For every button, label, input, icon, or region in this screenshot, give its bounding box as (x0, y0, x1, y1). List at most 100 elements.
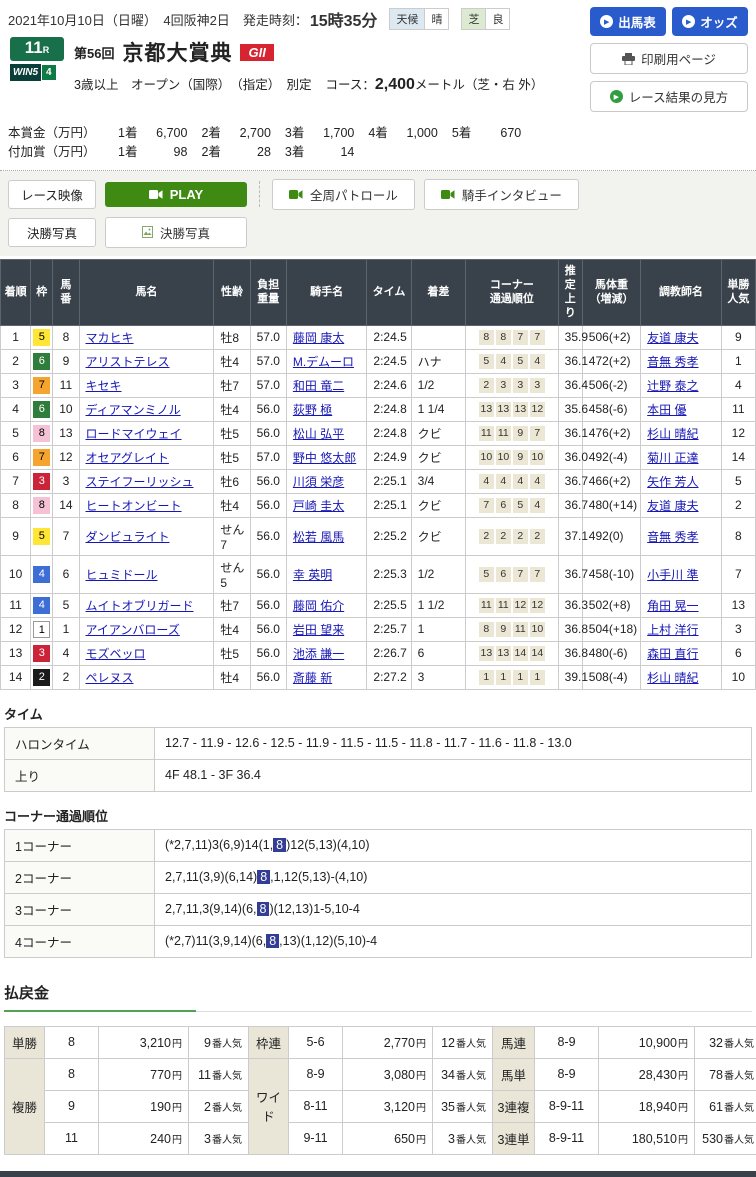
trainer-link[interactable]: 友道 康夫 (647, 331, 698, 345)
jockey-interview-button[interactable]: 騎手インタビュー (424, 179, 579, 210)
arrow-circle-icon: ▶ (600, 15, 613, 28)
jockey-link[interactable]: 和田 竜二 (293, 379, 344, 393)
trainer-link[interactable]: 杉山 晴紀 (647, 671, 698, 685)
trainer-link[interactable]: 小手川 準 (647, 568, 698, 582)
carried-weight: 56.0 (250, 617, 286, 641)
course-distance: 2,400 (375, 76, 415, 93)
jockey-link[interactable]: 野中 悠太郎 (293, 451, 356, 465)
last-3f: 36.8 (558, 641, 582, 665)
odds-button[interactable]: ▶ オッズ (672, 7, 748, 36)
horse-name-cell: ディアマンミノル (79, 397, 214, 421)
corner-position-box: 1 (530, 670, 545, 685)
horse-link[interactable]: ヒートオンビート (86, 499, 182, 513)
horse-link[interactable]: ヒュミドール (86, 568, 158, 582)
finish-photo-button[interactable]: 決勝写真 (105, 217, 247, 248)
payout-title: 払戻金 (4, 982, 752, 1003)
trainer-link[interactable]: 角田 晃一 (647, 599, 698, 613)
jockey-link[interactable]: M.デムーロ (293, 355, 354, 369)
jockey-link[interactable]: 戸崎 圭太 (293, 499, 344, 513)
margin: 3 (411, 665, 465, 689)
jockey-link[interactable]: 松若 風馬 (293, 530, 344, 544)
payout-row: 複勝8770円11番人気ワイド8-93,080円34番人気馬単8-928,430… (5, 1058, 756, 1090)
last-3f: 36.7 (558, 555, 582, 593)
carried-weight: 56.0 (250, 665, 286, 689)
margin: クビ (411, 517, 465, 555)
horse-link[interactable]: ロードマイウェイ (86, 427, 182, 441)
bet-combination: 8 (45, 1058, 99, 1090)
trainer-cell: 音無 秀孝 (641, 349, 722, 373)
horse-link[interactable]: アイアンバローズ (86, 623, 180, 637)
corner-position-box: 5 (479, 567, 494, 582)
jockey-link[interactable]: 藤岡 康太 (293, 331, 344, 345)
horse-link[interactable]: モズベッロ (86, 647, 146, 661)
jockey-link[interactable]: 川須 栄彦 (293, 475, 344, 489)
trainer-link[interactable]: 森田 直行 (647, 647, 698, 661)
popularity-unit: 番人気 (212, 1039, 242, 1050)
trainer-link[interactable]: 友道 康夫 (647, 499, 698, 513)
column-header: 着順 (1, 259, 31, 325)
jockey-link[interactable]: 荻野 極 (293, 403, 332, 417)
horse-link[interactable]: ペレヌス (86, 671, 134, 685)
corner-positions: 2222 (466, 517, 559, 555)
jockey-link[interactable]: 池添 謙一 (293, 647, 344, 661)
jockey-link[interactable]: 松山 弘平 (293, 427, 344, 441)
horse-name-cell: ペレヌス (79, 665, 214, 689)
frame-number: 4 (33, 597, 50, 614)
trainer-link[interactable]: 音無 秀孝 (647, 530, 698, 544)
corner-position-box: 7 (513, 330, 528, 345)
trainer-link[interactable]: 辻野 泰之 (647, 379, 698, 393)
margin: 1/2 (411, 555, 465, 593)
finish-position: 9 (1, 517, 31, 555)
corner-position-box: 5 (513, 498, 528, 513)
jockey-link[interactable]: 藤岡 佑介 (293, 599, 344, 613)
jockey-link[interactable]: 幸 英明 (293, 568, 332, 582)
entries-button[interactable]: ▶ 出馬表 (590, 7, 666, 36)
column-header: 負担 重量 (250, 259, 286, 325)
horse-link[interactable]: マカヒキ (86, 331, 134, 345)
horse-link[interactable]: キセキ (86, 379, 122, 393)
horse-link[interactable]: ダンビュライト (86, 530, 170, 544)
horse-name-cell: ヒュミドール (79, 555, 214, 593)
prize-value: 1,000 (388, 124, 438, 143)
horse-link[interactable]: ステイフーリッシュ (86, 475, 194, 489)
finish-position: 14 (1, 665, 31, 689)
trainer-link[interactable]: 音無 秀孝 (647, 355, 698, 369)
corner-positions: 2333 (466, 373, 559, 397)
horse-link[interactable]: アリストテレス (86, 355, 170, 369)
jockey-link[interactable]: 斎藤 新 (293, 671, 332, 685)
frame-number: 3 (33, 645, 50, 662)
highlighted-horse-number: 8 (257, 870, 270, 884)
carried-weight: 56.0 (250, 493, 286, 517)
corner-position-box: 9 (496, 622, 511, 637)
trainer-link[interactable]: 上村 洋行 (647, 623, 698, 637)
trainer-link[interactable]: 矢作 芳人 (647, 475, 698, 489)
prize-rank: 4着 (368, 124, 387, 143)
body-weight: 476(+2) (582, 421, 640, 445)
race-meta: 2021年10月10日（日曜） 4回阪神2日 発走時刻： 15時35分 天候 晴… (8, 7, 543, 112)
horse-link[interactable]: ディアマンミノル (86, 403, 181, 417)
win-favorite: 9 (721, 325, 755, 349)
prize-added: 1着982着283着14 (104, 143, 354, 162)
yen-unit: 円 (172, 1071, 182, 1082)
jockey-cell: 藤岡 康太 (286, 325, 367, 349)
jockey-link[interactable]: 岩田 望来 (293, 623, 344, 637)
trainer-link[interactable]: 菊川 正達 (647, 451, 698, 465)
corner-order: 2,7,11(3,9)(6,14)8,1,12(5,13)-(4,10) (155, 861, 752, 893)
result-row: 1334モズベッロ牡556.0池添 謙一2:26.761313141436.84… (1, 641, 756, 665)
carried-weight: 56.0 (250, 397, 286, 421)
last-3f: 39.1 (558, 665, 582, 689)
trainer-link[interactable]: 杉山 晴紀 (647, 427, 698, 441)
jockey-cell: 池添 謙一 (286, 641, 367, 665)
patrol-video-button[interactable]: 全周パトロール (272, 179, 415, 210)
horse-link[interactable]: ムイトオブリガード (86, 599, 194, 613)
corner-position-box: 7 (479, 498, 494, 513)
play-button[interactable]: PLAY (105, 182, 247, 207)
prize-rank: 2着 (201, 143, 220, 162)
corner-position-box: 12 (530, 598, 545, 613)
frame-cell: 6 (31, 397, 53, 421)
horse-link[interactable]: オセアグレイト (86, 451, 169, 465)
column-header: 馬体重 （増減） (582, 259, 640, 325)
print-button[interactable]: 印刷用ページ (590, 43, 748, 74)
result-guide-button[interactable]: ▶ レース結果の見方 (590, 81, 748, 112)
trainer-link[interactable]: 本田 優 (647, 403, 686, 417)
